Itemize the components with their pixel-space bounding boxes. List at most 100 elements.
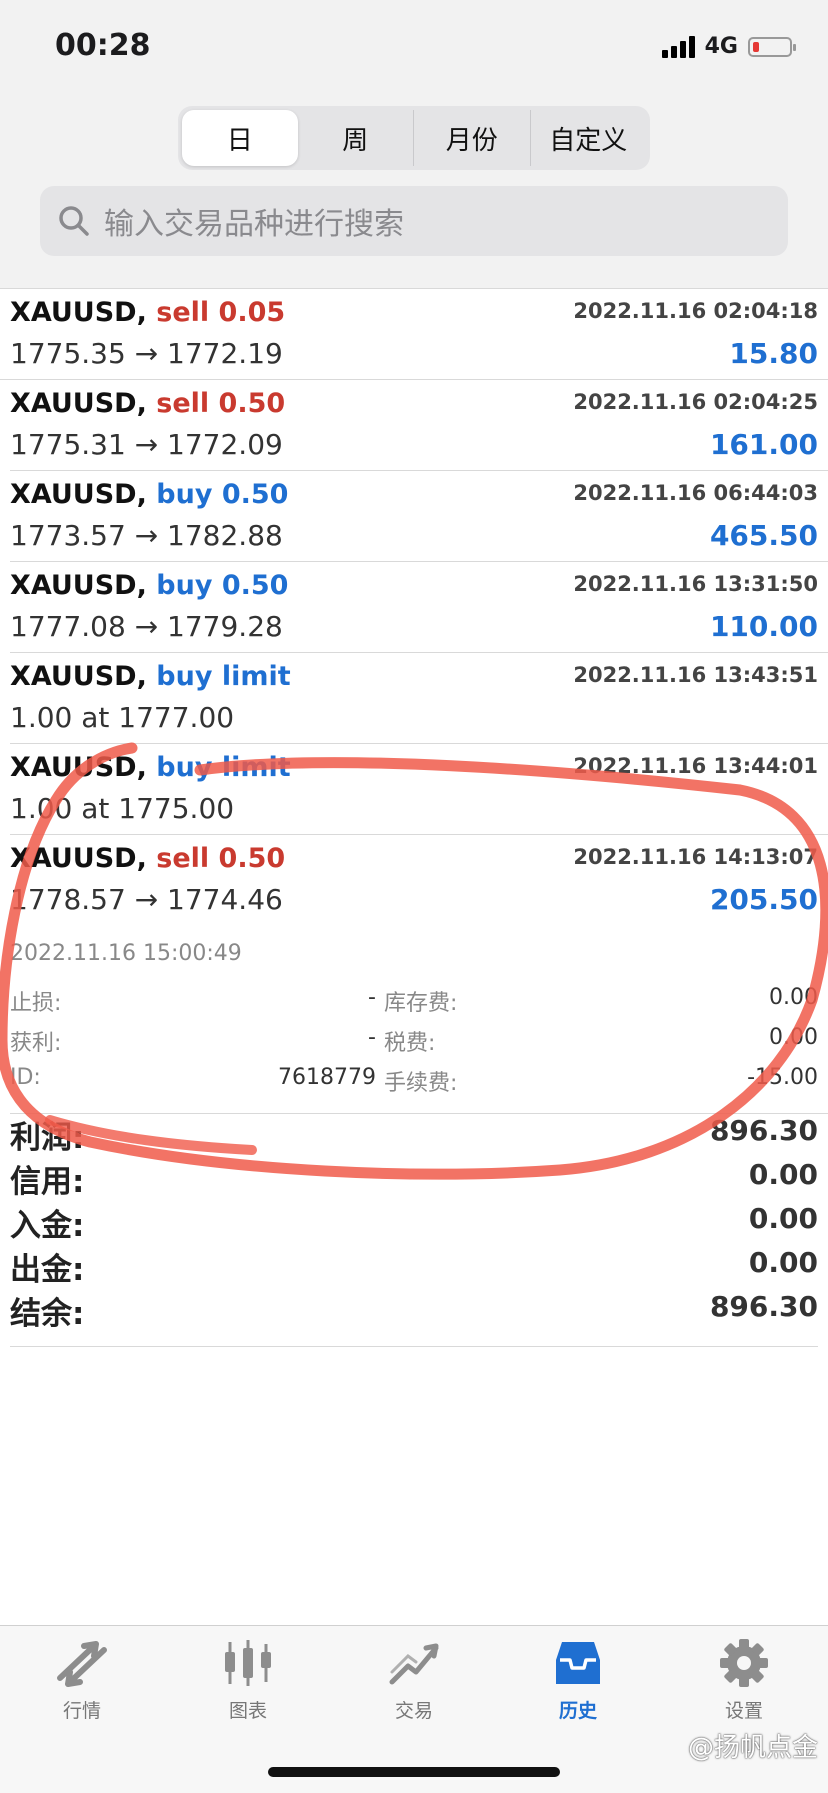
row-title: XAUUSD, buy limit [10,661,291,692]
swap-label: 库存费: [384,991,458,1016]
history-row[interactable]: XAUUSD, sell 0.50 2022.11.16 02:04:25 17… [10,380,828,471]
row-title: XAUUSD, buy limit [10,752,291,783]
tab-trade[interactable]: 交易 [354,1638,474,1723]
row-symbol: XAUUSD, [10,297,147,328]
history-icon [556,1642,600,1684]
row-symbol: XAUUSD, [10,570,147,601]
row-profit: 15.80 [729,337,818,370]
signal-icon [661,35,695,58]
home-indicator[interactable] [268,1767,560,1777]
row-side: buy 0.50 [156,570,289,601]
status-icons: 4G [661,34,796,59]
top-header: 00:28 4G 日 周 月份 自定义 输入交易品种进行搜索 [0,0,828,288]
row-title: XAUUSD, sell 0.50 [10,388,285,419]
battery-icon [748,36,796,57]
row-title: XAUUSD, buy 0.50 [10,570,288,601]
row-time: 2022.11.16 14:13:07 [573,845,818,869]
segment-day[interactable]: 日 [182,110,298,166]
row-time: 2022.11.16 02:04:25 [573,390,818,414]
row-symbol: XAUUSD, [10,752,147,783]
summary-row-credit: 信用: 0.00 [10,1154,818,1200]
row-time: 2022.11.16 13:43:51 [573,663,818,687]
close-time: 2022.11.16 15:00:49 [10,941,242,966]
period-segmented-control: 日 周 月份 自定义 [178,106,650,170]
summary-row-profit: 利润: 896.30 [10,1110,818,1156]
row-side: sell 0.05 [156,297,286,328]
segment-custom[interactable]: 自定义 [531,110,647,166]
row-symbol: XAUUSD, [10,388,147,419]
account-summary: 利润: 896.30 信用: 0.00 入金: 0.00 出金: 0.00 结余… [10,1110,818,1347]
quotes-icon [57,1641,107,1687]
stop-loss-value: - [368,985,376,1010]
summary-value: 896.30 [709,1114,818,1147]
watermark-text: @扬帆点金 [687,1733,818,1763]
row-profit: 161.00 [709,428,818,461]
row-symbol: XAUUSD, [10,479,147,510]
tab-settings[interactable]: 设置 [684,1638,804,1723]
summary-value: 0.00 [748,1202,818,1235]
row-title: XAUUSD, sell 0.05 [10,297,285,328]
history-list: XAUUSD, sell 0.05 2022.11.16 02:04:18 17… [0,288,828,1114]
row-side: buy limit [156,661,291,692]
tab-label: 交易 [394,1700,433,1722]
id-value: 7618779 [278,1065,376,1090]
summary-row-balance: 结余: 896.30 [10,1286,818,1332]
summary-row-deposit: 入金: 0.00 [10,1198,818,1244]
summary-label: 信用: [10,1164,85,1200]
row-symbol: XAUUSD, [10,843,147,874]
tab-chart[interactable]: 图表 [188,1638,308,1723]
tab-label: 行情 [62,1700,101,1722]
history-row[interactable]: XAUUSD, buy limit 2022.11.16 13:43:51 1.… [10,653,828,744]
id-label: ID: [10,1065,41,1090]
tab-history[interactable]: 历史 [518,1638,638,1723]
history-row[interactable]: XAUUSD, buy 0.50 2022.11.16 13:31:50 177… [10,562,828,653]
segment-week[interactable]: 周 [298,110,414,166]
segment-month[interactable]: 月份 [414,110,531,166]
tab-label: 设置 [724,1700,763,1722]
row-price: 1775.31 → 1772.09 [10,428,283,461]
tax-value: 0.00 [769,1025,818,1050]
row-price: 1775.35 → 1772.19 [10,337,283,370]
summary-value: 896.30 [709,1290,818,1323]
row-title: XAUUSD, buy 0.50 [10,479,288,510]
tab-quotes[interactable]: 行情 [22,1638,142,1723]
status-time: 00:28 [55,28,151,63]
history-row-expanded[interactable]: XAUUSD, sell 0.50 2022.11.16 14:13:07 17… [10,835,828,1114]
summary-value: 0.00 [748,1158,818,1191]
summary-row-withdrawal: 出金: 0.00 [10,1242,818,1288]
search-placeholder: 输入交易品种进行搜索 [104,207,404,242]
stop-loss-label: 止损: [10,991,62,1016]
row-price: 1777.08 → 1779.28 [10,610,283,643]
row-side: buy limit [156,752,291,783]
search-input[interactable]: 输入交易品种进行搜索 [40,186,788,256]
tax-label: 税费: [384,1031,436,1056]
history-row[interactable]: XAUUSD, buy limit 2022.11.16 13:44:01 1.… [10,744,828,835]
tab-label: 历史 [558,1700,597,1722]
row-price: 1.00 at 1775.00 [10,792,235,825]
commission-value: -15.00 [747,1065,818,1090]
trade-icon [389,1643,439,1685]
row-profit: 465.50 [709,519,818,552]
summary-label: 出金: [10,1252,85,1288]
summary-value: 0.00 [748,1246,818,1279]
settings-icon [720,1639,768,1687]
row-side: sell 0.50 [156,388,286,419]
row-time: 2022.11.16 02:04:18 [573,299,818,323]
row-price: 1.00 at 1777.00 [10,701,235,734]
row-title: XAUUSD, sell 0.50 [10,843,285,874]
tab-label: 图表 [228,1700,267,1722]
take-profit-label: 获利: [10,1031,62,1056]
row-price: 1778.57 → 1774.46 [10,883,283,916]
chart-icon [225,1640,271,1686]
row-time: 2022.11.16 06:44:03 [573,481,818,505]
row-profit: 110.00 [709,610,818,643]
search-icon [59,206,89,236]
row-time: 2022.11.16 13:31:50 [573,572,818,596]
history-row[interactable]: XAUUSD, sell 0.05 2022.11.16 02:04:18 17… [0,288,828,380]
network-label: 4G [704,34,738,59]
history-row[interactable]: XAUUSD, buy 0.50 2022.11.16 06:44:03 177… [10,471,828,562]
commission-label: 手续费: [384,1071,458,1096]
row-symbol: XAUUSD, [10,661,147,692]
row-time: 2022.11.16 13:44:01 [573,754,818,778]
summary-label: 利润: [10,1120,85,1156]
